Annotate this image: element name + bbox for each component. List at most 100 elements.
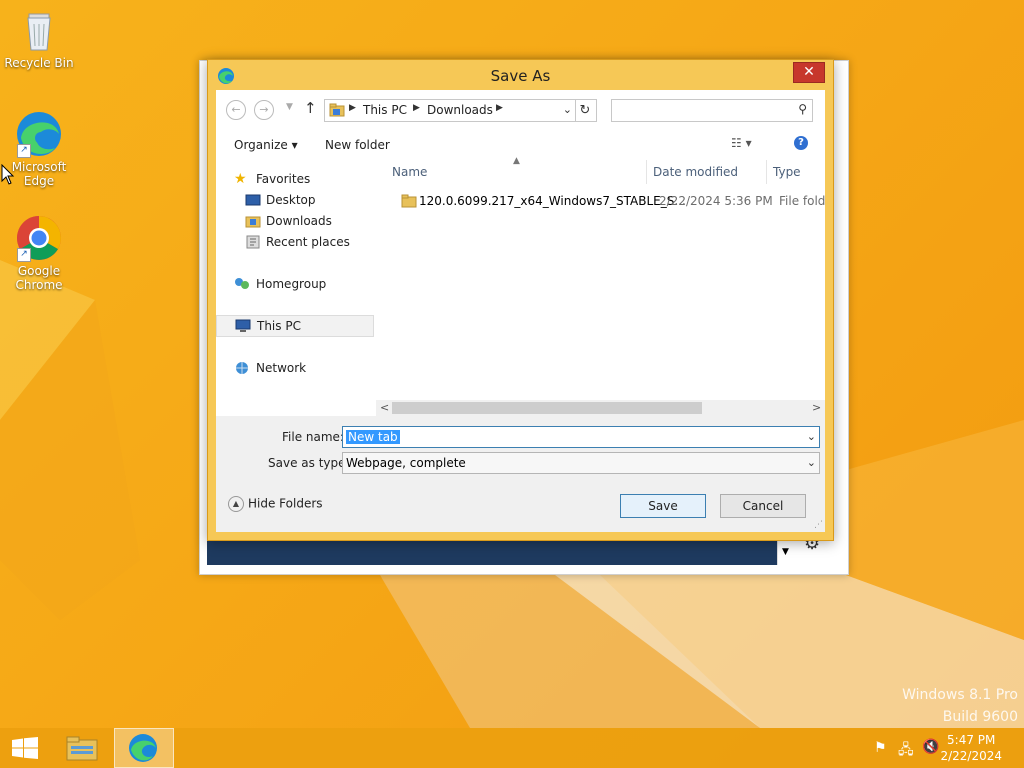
column-header-date-modified[interactable]: Date modified [653,160,738,184]
file-explorer-icon [66,736,98,761]
file-name-value: New tab [346,430,400,444]
nav-network[interactable]: Network [234,358,374,378]
network-icon [236,362,248,374]
save-type-label: Save as type: [268,456,350,470]
nav-this-pc[interactable]: This PC [216,315,374,337]
shortcut-arrow-icon: ↗ [17,144,31,158]
breadcrumb-this-pc[interactable]: This PC [363,103,407,117]
star-icon: ★ [234,171,247,187]
help-icon[interactable]: ? [794,136,808,150]
forward-button[interactable]: → [254,100,274,120]
chrome-icon: ↗ [15,214,63,262]
recycle-bin-icon [15,6,63,54]
edge-icon: ↗ [15,110,63,158]
edge-taskbar-button[interactable] [114,728,174,768]
windows-logo-icon [12,737,38,759]
file-row[interactable]: 120.0.6099.217_x64_Windows7_STABLE_S... … [386,190,826,212]
column-header-type[interactable]: Type [773,160,801,184]
recent-places-icon [246,235,260,249]
start-button[interactable] [0,728,50,768]
search-input[interactable]: ⚲ [611,99,813,122]
back-button[interactable]: ← [226,100,246,120]
nav-homegroup[interactable]: Homegroup [234,274,374,294]
nav-favorites-label: Favorites [256,172,311,186]
up-arrow-icon[interactable]: ↑ [304,99,317,117]
mouse-cursor-icon [1,164,15,185]
nav-network-label: Network [256,361,307,375]
breadcrumb-separator-icon: ▶ [349,103,356,113]
cancel-button[interactable]: Cancel [720,494,806,518]
save-type-value: Webpage, complete [346,456,466,470]
windows-watermark: Windows 8.1 Pro Build 9600 [902,684,1018,728]
chevron-up-icon: ▲ [228,496,244,512]
address-row: ← → ▼ ↑ ▶ This PC ▶ Downloads ▶ ⌄ ↻ ⚲ [216,90,825,128]
address-bar[interactable]: ▶ This PC ▶ Downloads ▶ ⌄ [324,99,576,122]
scroll-right-icon[interactable]: > [812,400,821,416]
sort-ascending-icon: ▲ [513,156,520,166]
watermark-edition: Windows 8.1 Pro [902,687,1018,703]
dialog-toolbar: Organize ▾ New folder ☷ ▾ ? [216,128,825,160]
organize-button[interactable]: Organize ▾ [234,138,298,152]
clock-time: 5:47 PM [947,733,996,747]
nav-favorites[interactable]: ★ Favorites [234,169,374,189]
clock-date: 2/22/2024 [940,749,1002,763]
file-explorer-taskbar-button[interactable] [58,728,106,768]
save-type-chevron-down-icon[interactable]: ⌄ [807,453,816,473]
folder-icon [329,103,345,117]
desktop-icon-recycle-bin[interactable]: Recycle Bin [1,6,77,70]
file-name: 120.0.6099.217_x64_Windows7_STABLE_S... [419,194,686,208]
edge-icon [129,734,157,762]
new-folder-button[interactable]: New folder [325,138,390,152]
downloads-folder-icon [245,216,261,228]
scrollbar-thumb[interactable] [392,402,702,414]
folder-icon [401,194,417,208]
desktop-icon-label: Google Chrome [15,264,63,292]
save-form: File name: New tab ⌄ Save as type: Webpa… [216,416,825,532]
resize-grip-icon[interactable]: ⋰ [814,520,823,530]
file-name-chevron-down-icon[interactable]: ⌄ [807,427,816,447]
desktop-icon-label: Microsoft Edge [11,160,67,188]
file-name-input[interactable]: New tab ⌄ [342,426,820,448]
homegroup-icon [235,278,249,289]
dialog-body: ← → ▼ ↑ ▶ This PC ▶ Downloads ▶ ⌄ ↻ ⚲ Or… [216,90,825,532]
file-name-label: File name: [282,430,344,444]
file-list: ▲ Name Date modified Type 120.0.6099.217… [376,156,826,415]
taskbar: ⚑ 🖧 🔇 5:47 PM 2/22/2024 [0,728,1024,768]
address-chevron-down-icon[interactable]: ⌄ [563,103,572,116]
search-icon: ⚲ [798,102,807,116]
navigation-pane: ★ Favorites Desktop Downloads Recent pla… [216,160,376,415]
close-button[interactable]: ✕ [793,62,825,83]
nav-downloads[interactable]: Downloads [244,211,374,231]
file-date: 2/22/2024 5:36 PM [659,194,773,208]
action-center-flag-icon[interactable]: ⚑ [874,740,887,756]
column-header-name[interactable]: Name [392,160,427,184]
horizontal-scrollbar[interactable]: < > [376,400,825,416]
browser-scroll-down[interactable]: ▼ [777,541,795,565]
taskbar-clock[interactable]: 5:47 PM 2/22/2024 [940,732,1002,764]
save-type-select[interactable]: Webpage, complete ⌄ [342,452,820,474]
breadcrumb-downloads[interactable]: Downloads [427,103,493,117]
nav-desktop-label: Desktop [266,193,316,207]
hide-folders-button[interactable]: ▲ Hide Folders [228,496,323,512]
scroll-left-icon[interactable]: < [380,400,389,416]
breadcrumb-separator-icon: ▶ [413,103,420,113]
file-type: File folder [779,194,825,208]
shortcut-arrow-icon: ↗ [17,248,31,262]
save-button[interactable]: Save [620,494,706,518]
save-as-dialog: Save As ✕ ← → ▼ ↑ ▶ This PC ▶ Downloads … [207,59,834,541]
dialog-titlebar[interactable]: Save As ✕ [208,60,833,90]
nav-recent-label: Recent places [266,235,350,249]
view-options-icon[interactable]: ☷ ▾ [731,136,752,150]
volume-muted-icon[interactable]: 🔇 [922,739,939,755]
breadcrumb-separator-icon: ▶ [496,103,503,113]
dialog-title: Save As [490,67,551,85]
nav-recent-places[interactable]: Recent places [244,232,374,252]
column-divider[interactable] [766,160,767,184]
network-status-icon[interactable]: 🖧 [898,739,914,763]
nav-downloads-label: Downloads [266,214,332,228]
nav-desktop[interactable]: Desktop [244,190,374,210]
column-divider[interactable] [646,160,647,184]
desktop-icon-google-chrome[interactable]: ↗ Google Chrome [1,214,77,292]
recent-locations-chevron-down-icon[interactable]: ▼ [286,102,293,112]
refresh-button[interactable]: ↻ [574,99,597,122]
